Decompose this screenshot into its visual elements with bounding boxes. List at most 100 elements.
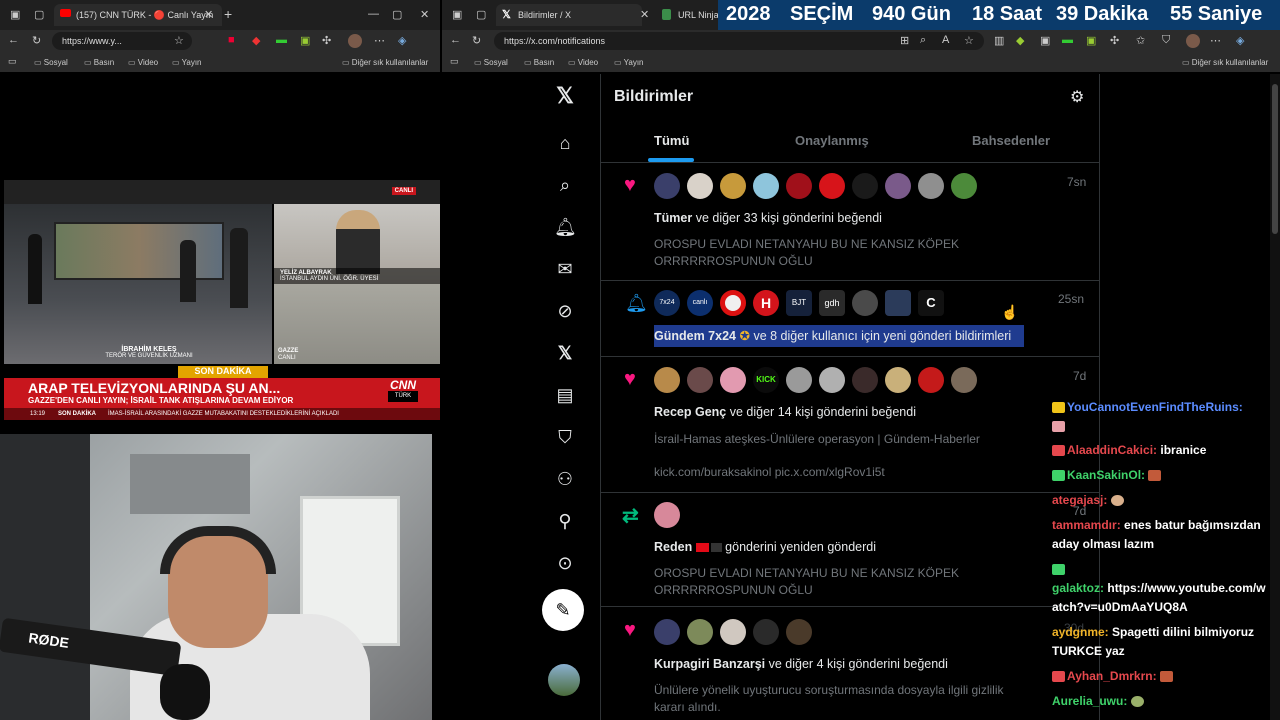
back-icon[interactable]: ← xyxy=(450,34,461,46)
settings-gear-icon[interactable]: ⚙ xyxy=(1070,87,1084,107)
avatar[interactable] xyxy=(951,173,977,199)
extension-icon[interactable]: ▣ xyxy=(1040,34,1050,47)
bookmark-folder[interactable]: Yayın xyxy=(614,58,644,67)
post-compose-button[interactable]: ✎ xyxy=(542,589,584,631)
favorite-star-icon[interactable]: ☆ xyxy=(174,34,184,47)
tab-cnn-turk[interactable]: (157) CNN TÜRK - 🔴 Canlı Yayın xyxy=(54,4,222,26)
avatar[interactable] xyxy=(786,619,812,645)
avatar[interactable] xyxy=(687,619,713,645)
back-icon[interactable]: ← xyxy=(8,34,19,46)
avatar-kick[interactable]: KICK xyxy=(753,367,779,393)
favorite-star-icon[interactable]: ☆ xyxy=(964,34,974,47)
page-scrollbar[interactable] xyxy=(1270,74,1280,720)
split-screen-icon[interactable]: ▥ xyxy=(994,34,1004,47)
avatar[interactable] xyxy=(852,290,878,316)
close-tab-icon[interactable]: ✕ xyxy=(640,8,649,21)
tab-all[interactable]: Tümü xyxy=(654,133,689,148)
actor-name[interactable]: Reden xyxy=(654,540,692,554)
avatar[interactable] xyxy=(720,619,746,645)
bookmark-folder[interactable]: Basın xyxy=(84,58,114,67)
browser-essentials-icon[interactable]: ⛉ xyxy=(1162,34,1170,47)
tab-actions-icon[interactable]: ▢ xyxy=(476,8,486,21)
avatar[interactable] xyxy=(654,502,680,528)
avatar[interactable] xyxy=(654,619,680,645)
search-icon[interactable]: ⌕ xyxy=(554,174,576,196)
workspaces-icon[interactable]: ▣ xyxy=(452,8,462,21)
right-address-input[interactable]: https://x.com/notifications xyxy=(494,32,984,50)
avatar[interactable] xyxy=(720,173,746,199)
reading-list-icon[interactable]: ▭ xyxy=(450,56,459,67)
avatar[interactable] xyxy=(687,173,713,199)
avatar-c[interactable]: C xyxy=(918,290,944,316)
avatar[interactable] xyxy=(720,290,746,316)
other-bookmarks[interactable]: Diğer sık kullanılanlar xyxy=(1182,58,1268,67)
avatar[interactable] xyxy=(951,367,977,393)
other-bookmarks[interactable]: Diğer sık kullanılanlar xyxy=(342,58,428,67)
favorites-icon[interactable]: ✩ xyxy=(1136,34,1145,47)
extension-icon[interactable]: ▣ xyxy=(1086,34,1096,47)
notifications-bell-icon[interactable]: 🔔︎ xyxy=(554,216,577,238)
avatar[interactable] xyxy=(819,173,845,199)
copilot-icon[interactable]: ◈ xyxy=(1236,34,1244,47)
read-aloud-icon[interactable]: A xyxy=(942,34,949,46)
avatar[interactable] xyxy=(654,173,680,199)
avatar[interactable] xyxy=(885,367,911,393)
avatar[interactable] xyxy=(687,367,713,393)
avatar[interactable] xyxy=(852,173,878,199)
avatar[interactable] xyxy=(720,367,746,393)
left-address-input[interactable]: https://www.y... xyxy=(52,32,192,50)
avatar[interactable] xyxy=(786,367,812,393)
tab-actions-icon[interactable]: ▢ xyxy=(34,8,44,21)
profile-avatar[interactable] xyxy=(348,34,362,48)
profile-avatar[interactable] xyxy=(1186,34,1200,48)
tab-x-notifications[interactable]: 𝕏 Bildirimler / X xyxy=(496,4,642,26)
bookmark-folder[interactable]: Video xyxy=(568,58,598,67)
extension-icon[interactable]: ▬ xyxy=(1062,34,1073,46)
avatar-gdh[interactable]: gdh xyxy=(819,290,845,316)
avatar-h[interactable]: H xyxy=(753,290,779,316)
extensions-puzzle-icon[interactable]: ✣ xyxy=(322,34,331,47)
tab-url-ninja[interactable]: URL Ninja ( xyxy=(656,4,720,26)
tab-mentions[interactable]: Bahsedenler xyxy=(972,133,1050,148)
refresh-icon[interactable]: ↻ xyxy=(32,34,41,47)
lists-icon[interactable]: ▤ xyxy=(554,384,576,406)
bookmarks-icon[interactable]: ⛉ xyxy=(554,426,576,448)
zoom-icon[interactable]: ⌕ xyxy=(920,34,926,47)
avatar-bjt[interactable]: BJT xyxy=(786,290,812,316)
actor-name[interactable]: Recep Genç xyxy=(654,405,726,419)
bookmark-folder[interactable]: Video xyxy=(128,58,158,67)
avatar[interactable] xyxy=(918,173,944,199)
profile-icon[interactable]: ⚲ xyxy=(554,510,576,532)
close-tab-icon[interactable]: ✕ xyxy=(204,8,213,21)
more-menu-icon[interactable]: ⋯ xyxy=(374,34,385,47)
bookmark-folder[interactable]: Basın xyxy=(524,58,554,67)
minimize-icon[interactable]: — xyxy=(368,8,379,20)
new-tab-icon[interactable]: + xyxy=(224,6,232,22)
avatar[interactable] xyxy=(885,173,911,199)
more-circle-icon[interactable]: ⊙ xyxy=(554,552,576,574)
extension-icon[interactable]: ◆ xyxy=(1016,34,1024,47)
refresh-icon[interactable]: ↻ xyxy=(472,34,481,47)
bookmark-folder[interactable]: Yayın xyxy=(172,58,202,67)
workspaces-icon[interactable]: ▣ xyxy=(10,8,20,21)
avatar[interactable] xyxy=(654,367,680,393)
avatar[interactable] xyxy=(753,173,779,199)
x-home-logo-icon[interactable]: 𝕏 xyxy=(554,85,576,107)
avatar-7x24[interactable]: 7x24 xyxy=(654,290,680,316)
avatar[interactable] xyxy=(819,367,845,393)
avatar-canli[interactable]: canlı xyxy=(687,290,713,316)
premium-x-icon[interactable]: 𝕏 xyxy=(554,342,576,364)
home-icon[interactable]: ⌂ xyxy=(554,132,576,154)
extension-icon[interactable]: ▣ xyxy=(300,34,310,47)
extension-icon[interactable]: ■ xyxy=(228,34,235,46)
more-menu-icon[interactable]: ⋯ xyxy=(1210,34,1221,47)
avatar[interactable] xyxy=(885,290,911,316)
avatar[interactable] xyxy=(753,619,779,645)
extension-icon[interactable]: ◆ xyxy=(252,34,260,47)
tab-verified[interactable]: Onaylanmış xyxy=(795,133,869,148)
grok-icon[interactable]: ⊘ xyxy=(554,300,576,322)
avatar[interactable] xyxy=(918,367,944,393)
bookmark-folder[interactable]: Sosyal xyxy=(474,58,508,67)
communities-icon[interactable]: ⚇ xyxy=(554,468,576,490)
scrollbar-thumb[interactable] xyxy=(1272,84,1278,234)
